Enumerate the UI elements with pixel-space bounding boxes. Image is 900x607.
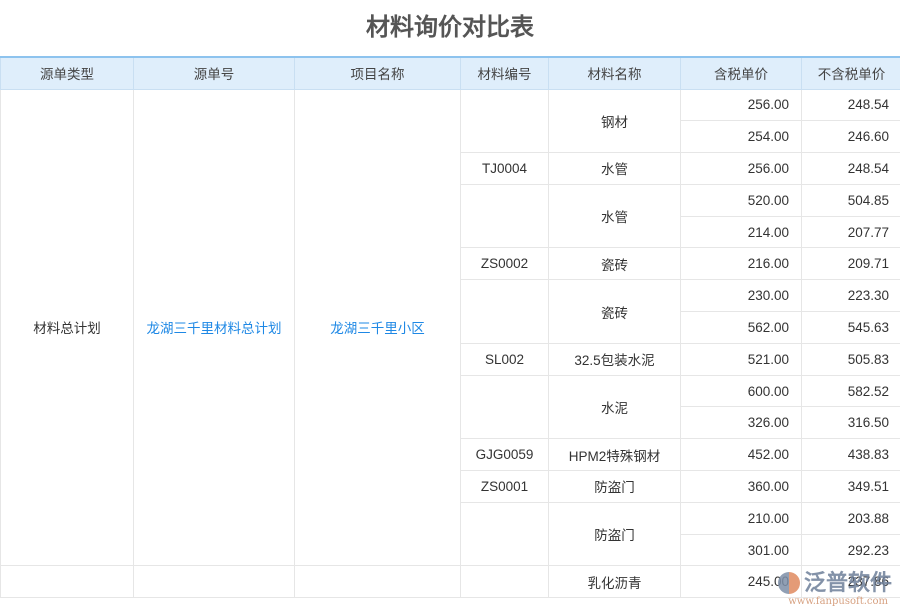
- notax-price-cell: 203.88: [802, 502, 900, 534]
- col-source-type[interactable]: 源单类型: [1, 57, 134, 89]
- material-name-cell: 瓷砖: [549, 248, 681, 280]
- tax-price-cell: 230.00: [681, 280, 802, 312]
- material-name-cell: 防盗门: [549, 471, 681, 503]
- col-material-name[interactable]: 材料名称: [549, 57, 681, 89]
- tax-price-cell: 301.00: [681, 534, 802, 566]
- tax-price-cell: 256.00: [681, 153, 802, 185]
- material-code-cell: [461, 502, 549, 566]
- notax-price-cell: 504.85: [802, 184, 900, 216]
- notax-price-cell: 248.54: [802, 89, 900, 121]
- material-code-cell: [461, 184, 549, 248]
- col-tax-price[interactable]: 含税单价: [681, 57, 802, 89]
- material-code-cell: [461, 89, 549, 153]
- material-name-cell: 32.5包装水泥: [549, 343, 681, 375]
- tax-price-cell: 216.00: [681, 248, 802, 280]
- project-name-link[interactable]: 龙湖三千里小区: [295, 89, 461, 566]
- col-project-name[interactable]: 项目名称: [295, 57, 461, 89]
- source-no-link[interactable]: 龙湖三千里材料总计划: [134, 89, 295, 566]
- notax-price-cell: 209.71: [802, 248, 900, 280]
- watermark-text: 泛普软件: [804, 572, 892, 594]
- material-name-cell: 防盗门: [549, 502, 681, 566]
- notax-price-cell: 505.83: [802, 343, 900, 375]
- tax-price-cell: 256.00: [681, 89, 802, 121]
- col-source-no[interactable]: 源单号: [134, 57, 295, 89]
- material-code-cell: [461, 375, 549, 439]
- material-name-cell: 乳化沥青: [549, 566, 681, 598]
- watermark-logo: 泛普软件www.fanpusoft.com: [778, 572, 892, 594]
- tax-price-cell: 214.00: [681, 216, 802, 248]
- notax-price-cell: 292.23: [802, 534, 900, 566]
- col-notax-price[interactable]: 不含税单价: [802, 57, 900, 89]
- source-type-cell: 材料总计划: [1, 89, 134, 566]
- tax-price-cell: 254.00: [681, 121, 802, 153]
- material-code-cell: [461, 280, 549, 344]
- table-header: 源单类型 源单号 项目名称 材料编号 材料名称 含税单价 不含税单价: [1, 57, 900, 89]
- notax-price-cell: 248.54: [802, 153, 900, 185]
- notax-price-cell: 582.52: [802, 375, 900, 407]
- notax-price-cell: 438.83: [802, 439, 900, 471]
- tax-price-cell: 210.00: [681, 502, 802, 534]
- material-name-cell: 水管: [549, 153, 681, 185]
- material-name-cell: 水泥: [549, 375, 681, 439]
- tax-price-cell: 520.00: [681, 184, 802, 216]
- col-material-code[interactable]: 材料编号: [461, 57, 549, 89]
- page-title: 材料询价对比表: [0, 0, 900, 56]
- material-code-cell: SL002: [461, 343, 549, 375]
- tax-price-cell: 600.00: [681, 375, 802, 407]
- material-code-cell: TJ0004: [461, 153, 549, 185]
- tax-price-cell: 326.00: [681, 407, 802, 439]
- notax-price-cell: 223.30: [802, 280, 900, 312]
- table-row: 乳化沥青245.00237.86: [1, 566, 900, 598]
- notax-price-cell: 246.60: [802, 121, 900, 153]
- material-code-cell: GJG0059: [461, 439, 549, 471]
- tax-price-cell: 360.00: [681, 471, 802, 503]
- notax-price-cell: 349.51: [802, 471, 900, 503]
- material-name-cell: 瓷砖: [549, 280, 681, 344]
- table-row: 材料总计划龙湖三千里材料总计划龙湖三千里小区钢材256.00248.54: [1, 89, 900, 121]
- tax-price-cell: 452.00: [681, 439, 802, 471]
- notax-price-cell: 545.63: [802, 312, 900, 344]
- notax-price-cell: 316.50: [802, 407, 900, 439]
- material-code-cell: ZS0001: [461, 471, 549, 503]
- material-name-cell: HPM2特殊钢材: [549, 439, 681, 471]
- material-code-cell: ZS0002: [461, 248, 549, 280]
- watermark-url: www.fanpusoft.com: [788, 596, 888, 607]
- material-name-cell: 水管: [549, 184, 681, 248]
- fanpu-logo-icon: [778, 572, 800, 594]
- material-name-cell: 钢材: [549, 89, 681, 153]
- notax-price-cell: 207.77: [802, 216, 900, 248]
- price-comparison-table: 源单类型 源单号 项目名称 材料编号 材料名称 含税单价 不含税单价 材料总计划…: [0, 56, 900, 598]
- tax-price-cell: 562.00: [681, 312, 802, 344]
- tax-price-cell: 521.00: [681, 343, 802, 375]
